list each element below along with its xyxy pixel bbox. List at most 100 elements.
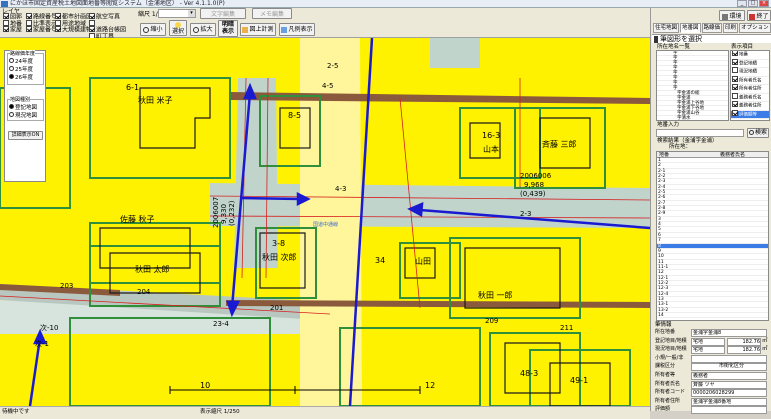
maptype-radio[interactable]: 現況地図 <box>9 112 42 120</box>
year-radio[interactable]: 25年度 <box>9 66 42 74</box>
map-parcel-label: 34 <box>375 256 385 265</box>
layer-col3-2[interactable]: 大規模建物 <box>55 26 93 34</box>
legend-icon <box>281 26 288 33</box>
map-owner-label: 斉藤 三郎 <box>542 139 577 149</box>
result-table[interactable]: 地番 義務者氏名 1 2 2-1 2-2 2-3 2-4 2-5 2-6 2-7 2-8 2-9 3 4… <box>656 151 769 321</box>
address-list-item[interactable]: 字清水 <box>657 116 728 120</box>
road-value-code: 2006006 <box>520 172 552 180</box>
map-road-label: 23-4 <box>213 320 229 328</box>
checkbox[interactable] <box>89 26 95 32</box>
detail-evaluation-value <box>691 406 767 415</box>
checkbox[interactable] <box>26 13 32 19</box>
layer-label: 家屋 <box>10 26 23 34</box>
app-icon <box>1 1 8 7</box>
checkbox[interactable] <box>89 19 95 26</box>
legend-button[interactable]: 凡例表示 <box>279 23 315 36</box>
detail-on-button[interactable]: 詳細表示ON <box>8 131 43 140</box>
checkbox[interactable] <box>26 26 32 32</box>
search-button[interactable]: 検索 <box>747 128 769 138</box>
exit-button[interactable]: 終了 <box>747 10 771 21</box>
checkbox[interactable] <box>26 19 32 26</box>
ruler-icon <box>242 26 249 33</box>
detail-header: 筆情報 <box>655 322 672 328</box>
column-header-owner[interactable]: 義務者氏名 <box>697 152 768 158</box>
right-panel: 環境 終了 住宅地図 地番図 路線価 印刷 オプション 筆図形を選択 所在地名一… <box>650 8 771 415</box>
map-parcel-label: 10 <box>200 381 210 390</box>
layer-col1-2[interactable]: 家屋 <box>3 26 23 34</box>
road-value-sub-vertical: (0,232) <box>228 200 236 226</box>
year-group-label: 路線価年度 <box>10 50 36 57</box>
magnifier-plus-icon <box>193 26 200 33</box>
map-road-label: 201 <box>270 304 283 312</box>
table-row[interactable]: 14 <box>657 313 768 319</box>
checkbox[interactable] <box>3 26 9 32</box>
map-road-label: 204 <box>137 288 151 296</box>
detail-owner-type-value: 義務者 <box>691 372 767 380</box>
map-road-label: 211 <box>560 324 573 332</box>
maptype-group-label: 地図種別 <box>10 96 31 103</box>
brightness-button[interactable]: 明暗 表示 <box>218 20 238 37</box>
year-radio[interactable]: 24年度 <box>9 58 42 66</box>
column-header-chiban[interactable]: 地番 <box>657 152 697 158</box>
maptype-radio[interactable]: 登記地図 <box>9 104 42 112</box>
enlarge-button[interactable]: 拡大 <box>190 23 216 36</box>
year-radio[interactable]: 26年度 <box>9 74 42 82</box>
display-items-list[interactable]: 地番 登記地積 現況地積 所有者氏名 所有者住所 義務者氏名 義務者住所 評価額等 <box>730 50 770 121</box>
tab-chiban-map[interactable]: 地番図 <box>680 23 701 33</box>
detail-registered-area: 182.76 <box>727 337 761 346</box>
detail-owner-name-label: 所有者氏名 <box>655 380 681 387</box>
map-option-panel: 路線価年度 24年度 25年度 26年度 地図種別 登記地図 現況地図 詳細表示ON <box>4 50 46 182</box>
layer-col2-2[interactable]: 家屋番号 <box>26 26 58 34</box>
map-svg[interactable]: 4-3 2-3 203 204 201 209 211 23-4 2-5 4-5… <box>0 38 650 406</box>
map-road-label: 203 <box>60 282 73 290</box>
detail-tax-class-label: 課税区分 <box>655 363 676 370</box>
scale-text: 表示縮尺 1/250 <box>200 409 240 415</box>
tab-option[interactable]: オプション <box>739 23 771 33</box>
checkbox[interactable] <box>89 13 95 19</box>
detail-owner-code-label: 所有者コード <box>655 389 686 396</box>
scale-label: 縮尺 1/ <box>138 11 158 18</box>
tab-print[interactable]: 印刷 <box>723 23 739 33</box>
checkbox[interactable] <box>3 13 9 19</box>
chiban-input[interactable] <box>656 129 744 137</box>
close-window-button[interactable]: × <box>759 0 769 7</box>
environment-button[interactable]: 環境 <box>719 10 745 21</box>
unit-sqm: ㎡ <box>762 346 768 353</box>
layer-label: 家屋番号 <box>33 26 58 34</box>
layer-label: 大規模建物 <box>62 26 93 34</box>
wrench-icon <box>722 13 729 20</box>
address-list[interactable]: 字字字字字字字字字金浦の総 字金浦 字金浦上谷地 字金浦下谷地 字金浦山谷 字清水 <box>656 50 729 121</box>
detail-registered-label: 登記地目/地積 <box>655 337 687 344</box>
layer-label: 航空写真 <box>96 13 121 21</box>
search-icon <box>748 130 754 135</box>
minimize-button[interactable]: _ <box>737 0 747 7</box>
tab-route-value[interactable]: 路線価 <box>701 23 723 33</box>
display-item[interactable]: 評価額等 <box>731 109 769 119</box>
map-road-label: 209 <box>485 317 498 325</box>
checkbox[interactable] <box>55 19 61 26</box>
title-bar: にかほ市固定資産税土地図面地番等閲覧システム（金浦地区） - Ver 4.1.1… <box>0 0 771 8</box>
chiban-input-label: 地番入力 <box>657 122 680 128</box>
select-button[interactable]: 選択 <box>169 20 187 36</box>
text-edit-button[interactable]: 文字編集 <box>200 8 246 19</box>
map-road-label: 2-3 <box>520 210 531 218</box>
checkbox[interactable] <box>3 19 9 26</box>
shrink-button[interactable]: 縮小 <box>140 23 166 36</box>
panel-tabs: 住宅地図 地番図 路線価 印刷 オプション <box>653 23 771 33</box>
detail-registered-value: 宅地 <box>691 337 725 346</box>
map-road-label: 次-1 <box>35 339 49 348</box>
magnifier-minus-icon <box>143 26 150 33</box>
tab-house-map[interactable]: 住宅地図 <box>653 23 680 33</box>
map-parcel-label: 6-1 <box>126 83 139 92</box>
map-parcel-label: 16-3 <box>482 131 500 140</box>
detail-current-label: 現況地目/地積 <box>655 346 687 353</box>
area-measure-button[interactable]: 図上計測 <box>240 23 276 36</box>
detail-evaluation-label: 評価額 <box>655 406 671 413</box>
map-owner-label: 佐藤 秋子 <box>120 214 155 224</box>
checkbox[interactable] <box>55 26 61 32</box>
checkbox[interactable] <box>55 13 61 19</box>
memo-edit-button[interactable]: メモ編集 <box>252 8 292 19</box>
map-canvas[interactable]: 4-3 2-3 203 204 201 209 211 23-4 2-5 4-5… <box>0 38 650 406</box>
maximize-button[interactable]: □ <box>748 0 758 7</box>
scale-select[interactable]: ▾ <box>158 9 196 18</box>
